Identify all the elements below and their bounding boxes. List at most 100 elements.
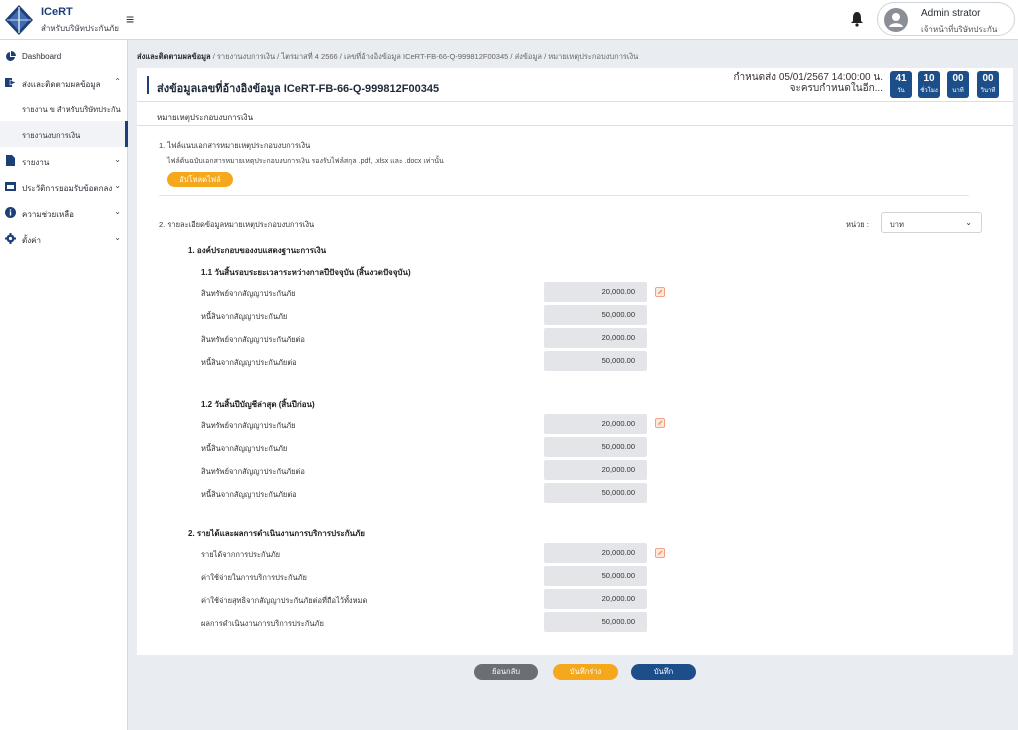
row-label: รายได้จากการประกันภัย (201, 550, 281, 559)
send-icon (5, 78, 16, 87)
sidebar-item-label: รายงาน (22, 158, 50, 167)
user-menu[interactable]: Admin strator เจ้าหน้าที่บริษัทประกัน (877, 2, 1015, 36)
sidebar-item-label: รายงาน ข สำหรับบริษัทประกัน (22, 105, 121, 114)
unit-select[interactable]: บาท ⌄ (881, 212, 982, 233)
countdown-unit: วินาที (980, 88, 996, 94)
row-label: หนี้สินจากสัญญาประกันภัยต่อ (201, 490, 297, 499)
countdown-minutes: 00 นาที (947, 71, 969, 98)
value-field[interactable]: 20,000.00 (544, 543, 647, 563)
value-field[interactable]: 50,000.00 (544, 351, 647, 371)
countdown-value: 10 (923, 73, 935, 84)
subgroup-title: 1.1 วันสิ้นรอบระยะเวลาระหว่างกาลปีปัจจุบ… (201, 268, 411, 277)
value-field[interactable]: 50,000.00 (544, 566, 647, 586)
row-label: สินทรัพย์จากสัญญาประกันภัยต่อ (201, 467, 305, 476)
value-field[interactable]: 50,000.00 (544, 612, 647, 632)
menu-toggle-icon[interactable]: ≡ (126, 12, 134, 26)
deadline-text: กำหนดส่ง 05/01/2567 14:00:00 น. จะครบกำห… (733, 72, 883, 94)
section-title: หมายเหตุประกอบงบการเงิน (157, 113, 254, 122)
countdown-seconds: 00 วินาที (977, 71, 999, 98)
countdown-unit: นาที (952, 88, 964, 94)
value-field[interactable]: 50,000.00 (544, 305, 647, 325)
value-field[interactable]: 20,000.00 (544, 282, 647, 302)
edit-icon[interactable] (655, 287, 665, 297)
page-title: ส่งข้อมูลเลขที่อ้างอิงข้อมูล ICeRT-FB-66… (157, 83, 440, 95)
card-header: ส่งข้อมูลเลขที่อ้างอิงข้อมูล ICeRT-FB-66… (137, 68, 1013, 102)
breadcrumb-root-link[interactable]: ส่งและติดตามผลข้อมูล (137, 52, 211, 61)
pie-chart-icon (6, 51, 16, 61)
row-label: หนี้สินจากสัญญาประกันภัย (201, 312, 288, 321)
chevron-down-icon: ⌄ (114, 207, 121, 216)
sidebar-item-settings[interactable]: ตั้งค่า ⌄ (0, 225, 128, 251)
details-heading: 2. รายละเอียดข้อมูลหมายเหตุประกอบงบการเง… (159, 220, 315, 229)
row-label: ผลการดำเนินงานการบริการประกันภัย (201, 619, 324, 628)
sidebar-subitem-financial-report[interactable]: รายงานงบการเงิน (0, 121, 128, 147)
countdown-unit: ชั่วโมง (920, 88, 938, 94)
main-card: ส่งข้อมูลเลขที่อ้างอิงข้อมูล ICeRT-FB-66… (137, 68, 1013, 655)
app-subtitle: สำหรับบริษัทประกันภัย (41, 24, 119, 33)
countdown-value: 00 (952, 73, 964, 84)
deadline-date: กำหนดส่ง 05/01/2567 14:00:00 น. (733, 72, 883, 83)
countdown-value: 41 (895, 73, 907, 84)
notification-bell-icon[interactable] (850, 11, 864, 27)
sidebar-item-label: ส่งและติดตามผลข้อมูล (22, 80, 101, 89)
breadcrumb: ส่งและติดตามผลข้อมูล / รายงานงบการเงิน /… (137, 51, 638, 63)
sidebar-item-label: ตั้งค่า (22, 236, 41, 245)
section-header: หมายเหตุประกอบงบการเงิน (137, 104, 1013, 126)
user-icon (889, 13, 903, 27)
row-label: หนี้สินจากสัญญาประกันภัยต่อ (201, 358, 297, 367)
sidebar: Dashboard ส่งและติดตามผลข้อมูล ⌃ รายงาน … (0, 40, 128, 730)
value-field[interactable]: 20,000.00 (544, 328, 647, 348)
sidebar-item-reports[interactable]: รายงาน ⌄ (0, 147, 128, 173)
sidebar-item-send-track[interactable]: ส่งและติดตามผลข้อมูล ⌃ (0, 69, 128, 95)
save-draft-button[interactable]: บันทึกร่าง (553, 664, 618, 680)
value-field[interactable]: 20,000.00 (544, 589, 647, 609)
group-title: 2. รายได้และผลการดำเนินงานการบริการประกั… (188, 529, 365, 538)
row-label: สินทรัพย์จากสัญญาประกันภัยต่อ (201, 335, 305, 344)
countdown-days: 41 วัน (890, 71, 912, 98)
chevron-down-icon: ⌄ (965, 218, 972, 227)
back-button[interactable]: ย้อนกลับ (474, 664, 538, 680)
subgroup-title: 1.2 วันสิ้นปีบัญชีล่าสุด (สิ้นปีก่อน) (201, 400, 315, 409)
unit-label: หน่วย : (846, 220, 869, 229)
deadline-remaining: จะครบกำหนดในอีก... (789, 83, 883, 94)
sidebar-item-label: ประวัติการยอมรับข้อตกลง (22, 184, 113, 193)
sidebar-item-label: รายงานงบการเงิน (22, 131, 81, 140)
info-icon (5, 207, 16, 218)
window-icon (5, 182, 16, 191)
row-label: สินทรัพย์จากสัญญาประกันภัย (201, 421, 296, 430)
divider (159, 195, 969, 196)
app-name: ICeRT (41, 6, 73, 18)
sidebar-item-consent-history[interactable]: ประวัติการยอมรับข้อตกลง ⌄ (0, 173, 128, 199)
value-field[interactable]: 20,000.00 (544, 460, 647, 480)
unit-select-value: บาท (890, 220, 904, 229)
chevron-up-icon: ⌃ (114, 77, 121, 86)
user-name: Admin strator (921, 8, 981, 19)
countdown-hours: 10 ชั่วโมง (918, 71, 940, 98)
sidebar-item-label: Dashboard (22, 52, 62, 61)
avatar (884, 8, 908, 32)
sidebar-item-dashboard[interactable]: Dashboard (0, 43, 128, 69)
value-field[interactable]: 50,000.00 (544, 437, 647, 457)
edit-icon[interactable] (655, 418, 665, 428)
row-label: ค่าใช้จ่ายสุทธิจากสัญญาประกันภัยต่อที่ถื… (201, 596, 368, 605)
attachment-note: ไฟล์ต้นฉบับเอกสารหมายเหตุประกอบงบการเงิน… (167, 158, 444, 165)
sidebar-item-label: ความช่วยเหลือ (22, 210, 74, 219)
gear-icon (5, 233, 16, 244)
sidebar-subitem-insurer-report[interactable]: รายงาน ข สำหรับบริษัทประกัน (0, 95, 128, 121)
title-accent-bar (147, 76, 149, 94)
row-label: สินทรัพย์จากสัญญาประกันภัย (201, 289, 296, 298)
sidebar-item-help[interactable]: ความช่วยเหลือ ⌄ (0, 199, 128, 225)
chevron-down-icon: ⌄ (114, 181, 121, 190)
chevron-down-icon: ⌄ (114, 233, 121, 242)
value-field[interactable]: 20,000.00 (544, 414, 647, 434)
icert-logo-icon (5, 5, 33, 35)
save-button[interactable]: บันทึก (631, 664, 696, 680)
countdown-value: 00 (982, 73, 994, 84)
breadcrumb-path: / รายงานงบการเงิน / ไตรมาสที่ 4 2566 / เ… (210, 52, 639, 61)
row-label: ค่าใช้จ่ายในการบริการประกันภัย (201, 573, 307, 582)
upload-file-button[interactable]: อัปโหลดไฟล์ (167, 172, 233, 187)
file-icon (6, 155, 15, 166)
edit-icon[interactable] (655, 548, 665, 558)
value-field[interactable]: 50,000.00 (544, 483, 647, 503)
row-label: หนี้สินจากสัญญาประกันภัย (201, 444, 288, 453)
